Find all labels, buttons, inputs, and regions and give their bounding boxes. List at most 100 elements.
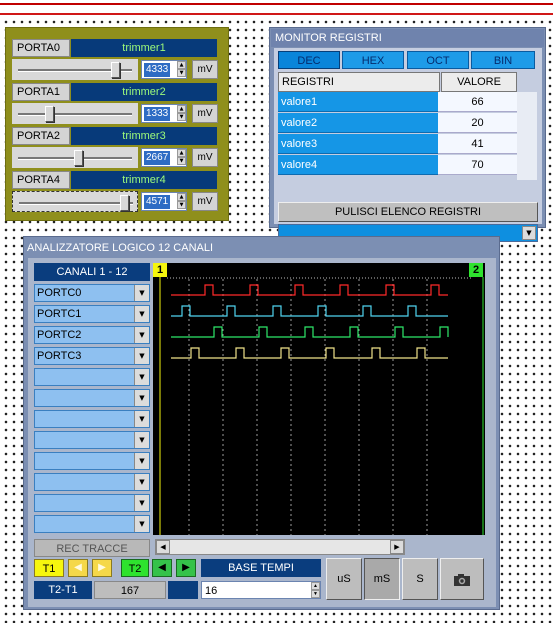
unit-s-button[interactable]: S xyxy=(402,558,438,600)
spin-buttons[interactable]: ▲ ▼ xyxy=(177,149,186,166)
channel-select[interactable]: ▼ xyxy=(34,431,150,449)
chevron-down-icon[interactable]: ▼ xyxy=(134,306,149,322)
value-spinbox[interactable]: 1333 ▲ ▼ xyxy=(141,104,187,123)
cursor-2-marker[interactable]: 2 xyxy=(469,263,483,277)
base-tempi-input[interactable]: 16 ▲ ▼ xyxy=(201,581,321,599)
channel-select[interactable]: ▼ xyxy=(34,473,150,491)
channel-label: PORTC0 xyxy=(37,287,82,299)
scroll-left-icon[interactable]: ◀ xyxy=(156,540,170,554)
slider-thumb[interactable] xyxy=(119,195,129,211)
register-row[interactable]: valore3 41 xyxy=(278,134,517,154)
spin-buttons[interactable]: ▲ ▼ xyxy=(311,582,320,598)
register-name: valore1 xyxy=(278,92,438,112)
register-name: valore3 xyxy=(278,134,438,154)
trimmer-slider[interactable] xyxy=(12,147,138,168)
porta-button[interactable]: PORTA4 xyxy=(12,171,70,189)
channel-select[interactable]: PORTC1 ▼ xyxy=(34,305,150,323)
scroll-right-icon[interactable]: ▶ xyxy=(390,540,404,554)
value-spinbox[interactable]: 4571 ▲ ▼ xyxy=(141,192,187,211)
format-tab-dec[interactable]: DEC xyxy=(278,51,340,69)
spin-buttons[interactable]: ▲ ▼ xyxy=(177,193,186,210)
chevron-down-icon[interactable]: ▼ xyxy=(134,453,149,469)
window-title: ANALIZZATORE LOGICO 12 CANALI xyxy=(27,242,214,254)
t2-button[interactable]: T2 xyxy=(121,559,149,577)
slider-thumb[interactable] xyxy=(44,106,54,122)
format-tab-bin[interactable]: BIN xyxy=(471,51,535,69)
spin-buttons[interactable]: ▲ ▼ xyxy=(177,105,186,122)
trimmer-label: trimmer1 xyxy=(71,39,217,57)
register-list-scrollbar[interactable] xyxy=(517,92,537,180)
rec-tracce-button[interactable]: REC TRACCE xyxy=(34,539,150,557)
horizontal-scrollbar[interactable]: ◀ ▶ xyxy=(155,539,405,555)
format-tab-hex[interactable]: HEX xyxy=(342,51,404,69)
value-spinbox[interactable]: 2667 ▲ ▼ xyxy=(141,148,187,167)
trace-3 xyxy=(171,347,448,359)
chevron-down-icon[interactable]: ▼ xyxy=(134,411,149,427)
t2-right-icon[interactable]: ▶ xyxy=(176,559,196,577)
unit-button[interactable]: mV xyxy=(192,60,218,79)
col-header-registri[interactable]: REGISTRI xyxy=(278,72,440,92)
register-value: 66 xyxy=(438,92,517,112)
chevron-down-icon[interactable]: ▼ xyxy=(134,348,149,364)
unit-button[interactable]: mV xyxy=(192,104,218,123)
channel-select[interactable]: PORTC3 ▼ xyxy=(34,347,150,365)
unit-us-button[interactable]: uS xyxy=(326,558,362,600)
porta-button[interactable]: PORTA1 xyxy=(12,83,70,101)
chevron-down-icon[interactable]: ▼ xyxy=(134,390,149,406)
register-row[interactable]: valore1 66 xyxy=(278,92,517,112)
register-row[interactable]: valore4 70 xyxy=(278,155,517,175)
unit-button[interactable]: mV xyxy=(192,192,218,211)
t1-button[interactable]: T1 xyxy=(34,559,64,577)
chevron-down-icon[interactable]: ▼ xyxy=(134,285,149,301)
cursor-1-marker[interactable]: 1 xyxy=(153,263,167,277)
t1-right-icon[interactable]: ▶ xyxy=(92,559,112,577)
spin-buttons[interactable]: ▲ ▼ xyxy=(177,61,186,78)
channel-select[interactable]: ▼ xyxy=(34,515,150,533)
register-value: 20 xyxy=(438,113,517,133)
trimmer-label: trimmer3 xyxy=(71,127,217,145)
trimmer-slider[interactable] xyxy=(12,103,138,124)
channel-select[interactable]: PORTC0 ▼ xyxy=(34,284,150,302)
waveform-display[interactable]: 1 2 xyxy=(153,263,485,535)
trace-2 xyxy=(171,326,449,338)
porta-button[interactable]: PORTA2 xyxy=(12,127,70,145)
trimmer-slider[interactable] xyxy=(12,191,138,212)
porta-button[interactable]: PORTA0 xyxy=(12,39,70,57)
register-row[interactable]: valore2 20 xyxy=(278,113,517,133)
channel-select[interactable]: ▼ xyxy=(34,368,150,386)
t2-t1-spacer xyxy=(168,581,198,599)
base-tempi-value: 16 xyxy=(205,585,218,597)
top-border xyxy=(0,0,553,20)
chevron-down-icon[interactable]: ▼ xyxy=(134,432,149,448)
t1-left-icon[interactable]: ◀ xyxy=(68,559,88,577)
trimmer-slider[interactable] xyxy=(12,59,138,80)
monitor-registri-window: MONITOR REGISTRI DEC HEX OCT BIN REGISTR… xyxy=(269,27,546,242)
col-header-valore[interactable]: VALORE xyxy=(441,72,517,92)
channel-select[interactable]: ▼ xyxy=(34,410,150,428)
register-name: valore2 xyxy=(278,113,438,133)
channel-select[interactable]: ▼ xyxy=(34,389,150,407)
channel-select[interactable]: ▼ xyxy=(34,452,150,470)
channel-select[interactable]: ▼ xyxy=(34,494,150,512)
trimmer-row-1: PORTA1 trimmer2 1333 ▲ ▼ mV xyxy=(12,83,224,125)
format-tab-oct[interactable]: OCT xyxy=(407,51,469,69)
unit-button[interactable]: mV xyxy=(192,148,218,167)
channel-label: PORTC1 xyxy=(37,308,82,320)
value-spinbox[interactable]: 4333 ▲ ▼ xyxy=(141,60,187,79)
chevron-down-icon[interactable]: ▼ xyxy=(134,327,149,343)
camera-icon[interactable] xyxy=(440,558,484,600)
trimmer-row-0: PORTA0 trimmer1 4333 ▲ ▼ mV xyxy=(12,39,224,81)
clear-registers-button[interactable]: PULISCI ELENCO REGISTRI xyxy=(278,202,538,222)
chevron-down-icon[interactable]: ▼ xyxy=(134,495,149,511)
trimmer-row-2: PORTA2 trimmer3 2667 ▲ ▼ mV xyxy=(12,127,224,169)
trimmer-row-3: PORTA4 trimmer4 4571 ▲ ▼ mV xyxy=(12,171,224,213)
t2-left-icon[interactable]: ◀ xyxy=(152,559,172,577)
channel-select[interactable]: PORTC2 ▼ xyxy=(34,326,150,344)
unit-ms-button[interactable]: mS xyxy=(364,558,400,600)
chevron-down-icon[interactable]: ▼ xyxy=(134,474,149,490)
chevron-down-icon[interactable]: ▼ xyxy=(522,226,536,240)
slider-thumb[interactable] xyxy=(74,150,84,166)
chevron-down-icon[interactable]: ▼ xyxy=(134,516,149,532)
chevron-down-icon[interactable]: ▼ xyxy=(134,369,149,385)
slider-thumb[interactable] xyxy=(110,62,120,78)
